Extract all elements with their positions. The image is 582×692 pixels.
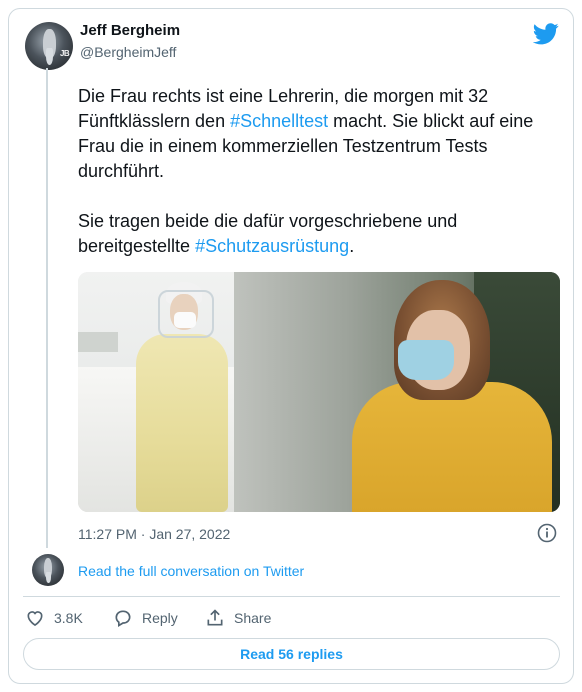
heart-icon [27, 611, 43, 627]
tweet-timestamp[interactable]: 11:27 PM · Jan 27, 2022 [78, 526, 230, 542]
share-label: Share [234, 610, 272, 626]
hashtag-schnelltest[interactable]: #Schnelltest [230, 111, 328, 131]
photo-right-teacher [234, 272, 560, 512]
author-name[interactable]: Jeff Bergheim [80, 22, 180, 39]
tweet-paragraph-1: Die Frau rechts ist eine Lehrerin, die m… [78, 86, 534, 181]
photo-left-testcenter-worker [78, 272, 234, 512]
read-replies-button[interactable]: Read 56 replies [23, 638, 560, 670]
author-avatar[interactable]: JB [25, 22, 73, 70]
author-handle[interactable]: @BergheimJeff [80, 44, 176, 60]
reply-bubble-icon [115, 610, 131, 627]
like-button[interactable]: 3.8K [25, 608, 83, 628]
twitter-bird-icon[interactable] [533, 23, 559, 45]
like-count: 3.8K [54, 610, 83, 626]
tweet-paragraph-2: Sie tragen beide die dafür vorgeschriebe… [78, 211, 458, 256]
hashtag-schutzausruestung[interactable]: #Schutzausrüstung [195, 236, 349, 256]
info-icon[interactable] [537, 523, 557, 543]
divider [23, 596, 560, 597]
read-full-conversation-link[interactable]: Read the full conversation on Twitter [78, 563, 304, 579]
share-icon [207, 609, 223, 626]
tweet-text: Die Frau rechts ist eine Lehrerin, die m… [78, 84, 553, 259]
thread-line [46, 68, 48, 548]
reply-label: Reply [142, 610, 178, 626]
share-button[interactable]: Share [205, 608, 271, 628]
reply-button[interactable]: Reply [113, 608, 178, 628]
tweet-photo[interactable] [78, 272, 560, 512]
small-author-avatar[interactable] [32, 554, 64, 586]
